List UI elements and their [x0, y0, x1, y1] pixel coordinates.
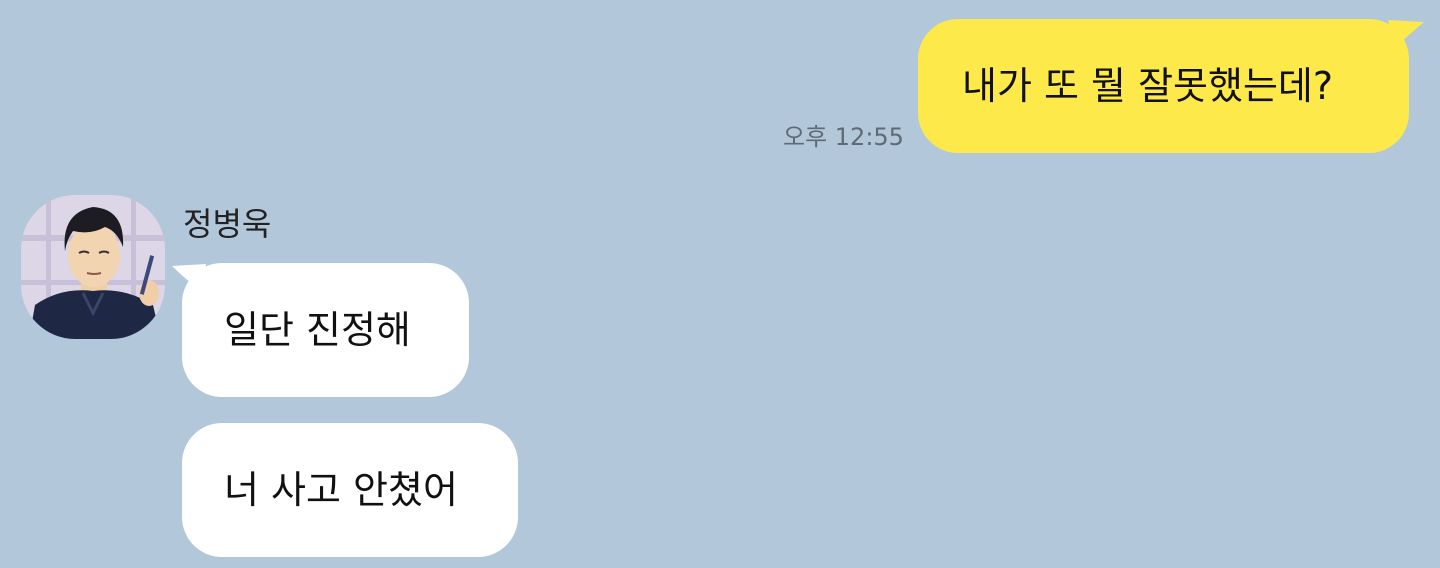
sender-name: 정병욱: [183, 205, 272, 243]
outgoing-message-bubble[interactable]: 내가 또 뭘 잘못했는데?: [918, 19, 1409, 153]
outgoing-message-text: 내가 또 뭘 잘못했는데?: [962, 64, 1334, 108]
incoming-message-bubble[interactable]: 일단 진정해: [182, 263, 469, 397]
incoming-message-bubble[interactable]: 너 사고 안쳤어: [182, 423, 518, 557]
sender-avatar[interactable]: [21, 195, 165, 339]
incoming-message-text: 일단 진정해: [224, 308, 411, 352]
profile-avatar-icon: [21, 195, 165, 339]
message-timestamp: 오후 12:55: [783, 123, 904, 151]
chat-room: 내가 또 뭘 잘못했는데? 오후 12:55 정병욱 일단 진정해 너 사고 안…: [0, 0, 1440, 568]
incoming-message-text: 너 사고 안쳤어: [224, 468, 458, 512]
